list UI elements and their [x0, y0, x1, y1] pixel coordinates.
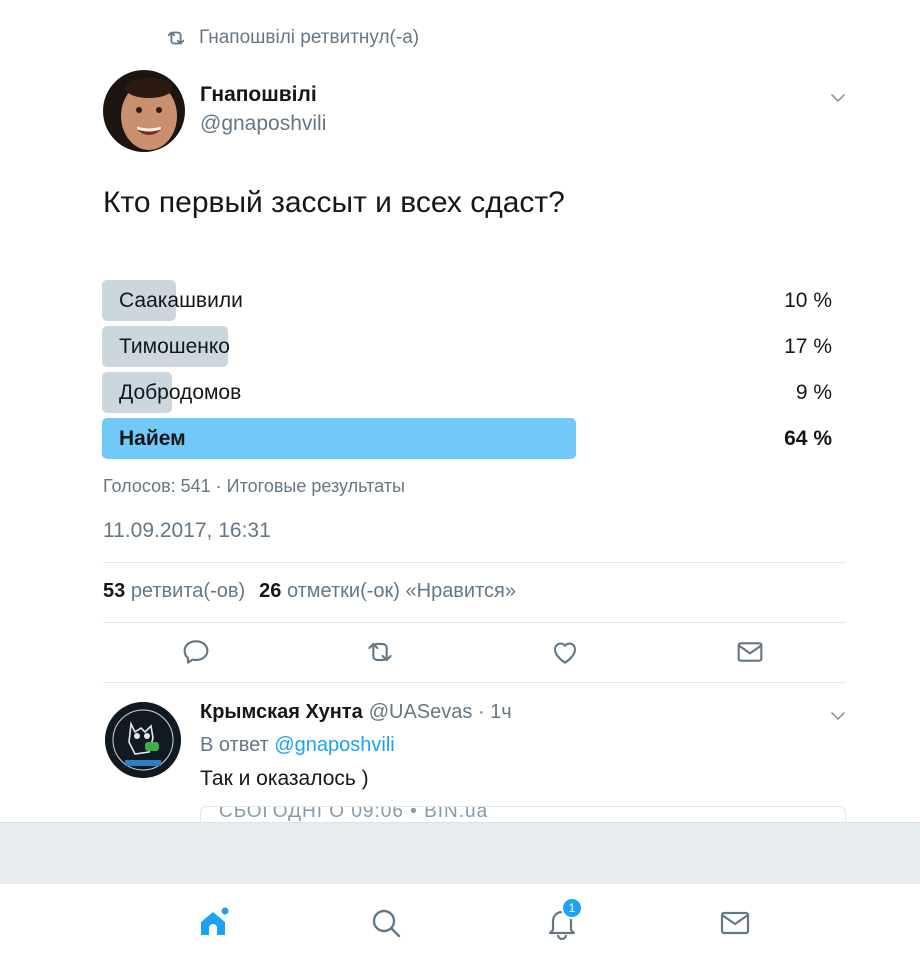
retweet-context-label: Гнапошвілі ретвитнул(-а): [199, 27, 420, 48]
poll-option: Найем 64 %: [102, 418, 832, 459]
envelope-icon[interactable]: [734, 636, 766, 668]
retweet-context: Гнапошвілі ретвитнул(-а): [165, 26, 419, 50]
poll-option-percent: 64 %: [784, 427, 832, 450]
retweet-icon[interactable]: [364, 636, 396, 668]
poll-option: Саакашвили 10 %: [102, 280, 832, 321]
heart-icon[interactable]: [549, 636, 581, 668]
reply-to-prefix: В ответ: [200, 734, 269, 756]
compose-bar: [0, 822, 920, 884]
chevron-down-icon[interactable]: [828, 706, 848, 726]
reply-author-meta[interactable]: @UASevas · 1ч: [369, 701, 512, 724]
retweets-stat[interactable]: 53 ретвита(-ов): [103, 580, 245, 603]
reply-author-name[interactable]: Крымская Хунта: [200, 701, 363, 724]
poll-option-percent: 10 %: [784, 289, 832, 312]
retweets-count: 53: [103, 580, 126, 602]
poll-option-label: Найем: [119, 427, 186, 450]
author-avatar[interactable]: [103, 70, 185, 152]
poll-summary: Голосов: 541 · Итоговые результаты: [103, 476, 405, 496]
tweet-actions: [103, 634, 846, 672]
likes-count: 26: [259, 580, 282, 602]
divider: [103, 682, 846, 683]
poll-option-label: Тимошенко: [119, 335, 230, 358]
likes-stat[interactable]: 26 отметки(-ок) «Нравится»: [259, 580, 516, 603]
poll: Саакашвили 10 % Тимошенко 17 % Добродомо…: [102, 280, 832, 464]
reply-icon[interactable]: [180, 636, 212, 668]
notification-badge: 1: [561, 897, 583, 919]
poll-option: Добродомов 9 %: [102, 372, 832, 413]
poll-option: Тимошенко 17 %: [102, 326, 832, 367]
tweet-stats: 53 ретвита(-ов) 26 отметки(-ок) «Нравитс…: [103, 580, 516, 603]
reply-mention-link[interactable]: @gnaposhvili: [274, 734, 394, 756]
author-handle[interactable]: @gnaposhvili: [200, 112, 326, 136]
reply-header: Крымская Хунта @UASevas · 1ч: [200, 701, 512, 724]
retweet-icon: [167, 31, 185, 45]
search-icon[interactable]: [369, 906, 403, 940]
reply-author-avatar[interactable]: [105, 702, 181, 778]
likes-label: отметки(-ок) «Нравится»: [286, 580, 516, 602]
reply-to: В ответ @gnaposhvili: [200, 734, 395, 757]
chevron-down-icon[interactable]: [828, 88, 848, 108]
retweets-label: ретвита(-ов): [130, 580, 246, 602]
poll-option-label: Саакашвили: [119, 289, 243, 312]
poll-option-percent: 17 %: [784, 335, 832, 358]
poll-option-percent: 9 %: [795, 381, 832, 404]
author-name[interactable]: Гнапошвілі: [200, 83, 317, 107]
reply-text: Так и оказалось ): [200, 767, 369, 790]
divider: [103, 622, 846, 623]
divider: [103, 562, 846, 563]
messages-icon[interactable]: [718, 906, 752, 940]
bottom-tabbar: 1: [0, 884, 920, 960]
tweet-timestamp: 11.09.2017, 16:31: [103, 519, 271, 542]
tweet-text: Кто первый зассыт и всех сдаст?: [103, 186, 565, 219]
link-preview-text: СЬОГОДНІ О 09:06 • BIN.ua: [219, 806, 489, 822]
home-icon[interactable]: [196, 906, 230, 940]
notifications-tab[interactable]: 1: [545, 897, 583, 941]
poll-option-label: Добродомов: [119, 381, 242, 404]
